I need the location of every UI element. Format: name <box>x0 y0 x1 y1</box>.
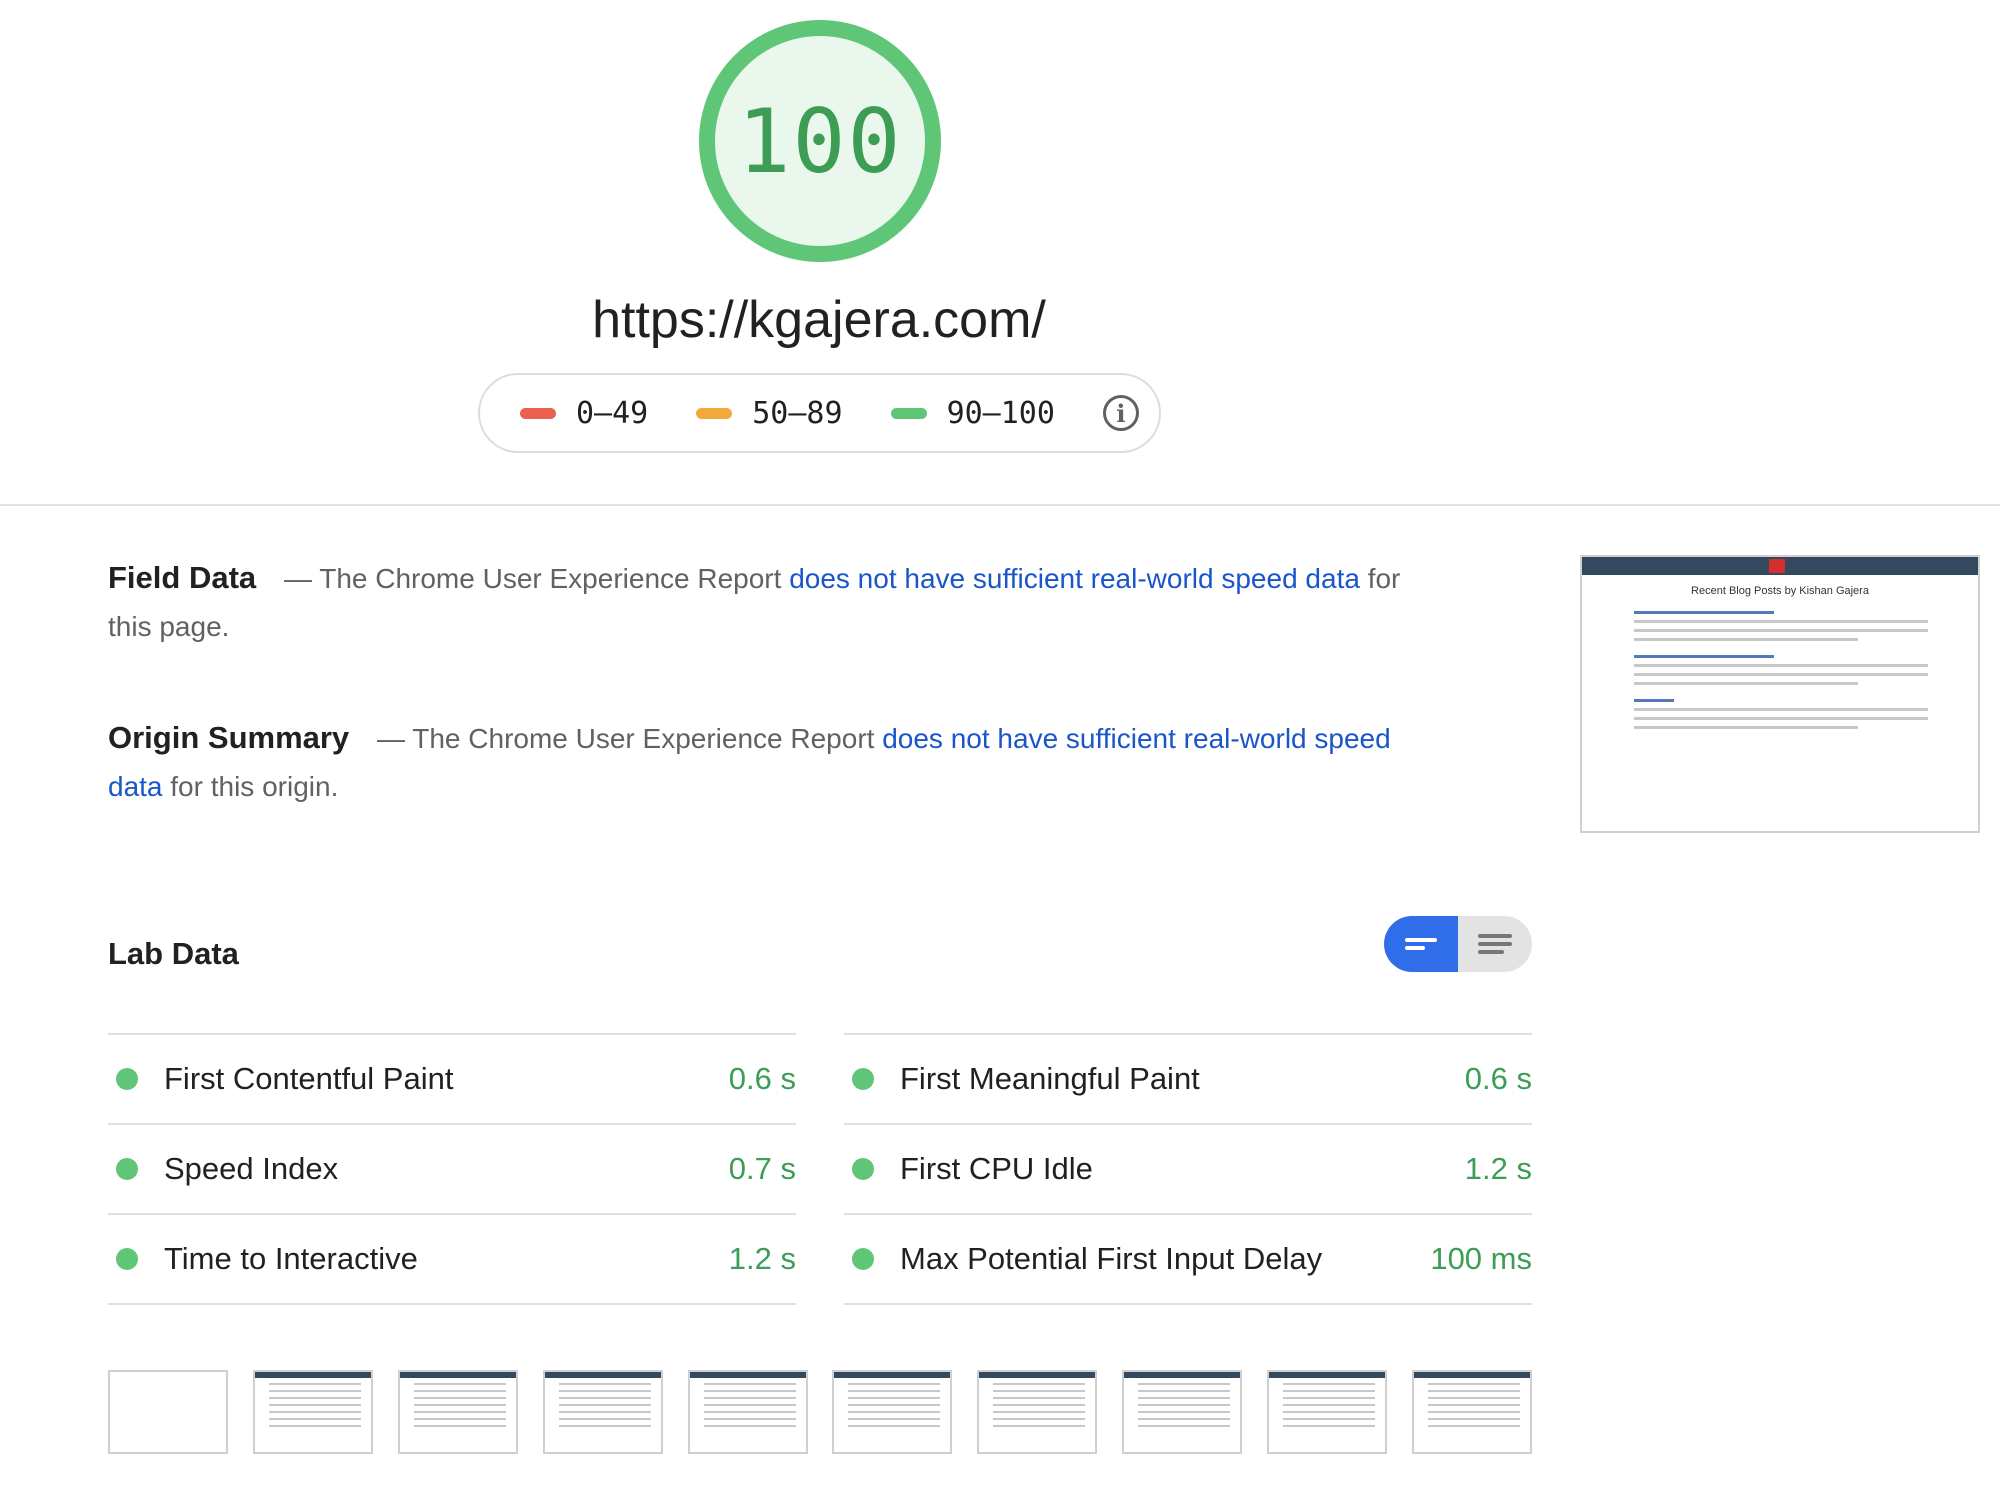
field-data-prefix: — The Chrome User Experience Report <box>283 563 782 594</box>
filmstrip-frame <box>977 1370 1098 1454</box>
origin-summary-prefix: — The Chrome User Experience Report <box>376 723 875 754</box>
origin-summary-heading: Origin Summary <box>108 720 350 755</box>
metric-value: 0.6 s <box>1464 1061 1532 1096</box>
thumbnail-line <box>1634 655 1774 658</box>
filmstrip-frame-blank <box>108 1370 228 1454</box>
legend-swatch-red <box>520 407 556 419</box>
origin-summary-suffix: for this origin. <box>170 771 339 802</box>
thumbnail-title: Recent Blog Posts by Kishan Gajera <box>1691 585 1869 597</box>
metric-value: 0.6 s <box>728 1061 796 1096</box>
thumbnail-logo <box>1769 559 1785 573</box>
legend-label: 0–49 <box>576 395 649 431</box>
metric-row: First Contentful Paint 0.6 s <box>108 1033 796 1123</box>
field-data-link[interactable]: does not have sufficient real-world spee… <box>789 563 1360 594</box>
metric-value: 1.2 s <box>1464 1151 1532 1186</box>
legend-label: 90–100 <box>946 395 1055 431</box>
filmstrip-frame <box>687 1370 808 1454</box>
pass-dot-icon <box>852 1158 874 1180</box>
filmstrip-frame <box>832 1370 953 1454</box>
thumbnail-line <box>1634 682 1858 685</box>
score-value: 100 <box>737 89 903 193</box>
legend-item-poor: 0–49 <box>520 396 648 431</box>
metric-label: First Contentful Paint <box>164 1061 454 1096</box>
pass-dot-icon <box>116 1068 138 1090</box>
score-legend: 0–49 50–89 90–100 i <box>478 373 1161 453</box>
metric-row: Time to Interactive 1.2 s <box>108 1213 796 1305</box>
thumbnail-line <box>1634 664 1928 667</box>
metric-value: 1.2 s <box>728 1241 796 1276</box>
tested-url: https://kgajera.com/ <box>592 291 1046 349</box>
metric-row: First CPU Idle 1.2 s <box>844 1123 1532 1213</box>
metric-label: First Meaningful Paint <box>900 1061 1200 1096</box>
compact-view-icon[interactable] <box>1384 916 1458 972</box>
lab-data-heading: Lab Data <box>108 936 239 971</box>
pass-dot-icon <box>116 1248 138 1270</box>
thumbnail-line <box>1634 708 1928 711</box>
pass-dot-icon <box>852 1248 874 1270</box>
filmstrip-frame <box>1122 1370 1243 1454</box>
metric-value: 100 ms <box>1430 1241 1532 1276</box>
metric-label: Time to Interactive <box>164 1241 418 1276</box>
filmstrip-frame <box>397 1370 518 1454</box>
thumbnail-line <box>1634 699 1674 702</box>
pass-dot-icon <box>852 1068 874 1090</box>
thumbnail-navbar <box>1582 557 1978 575</box>
metric-value: 0.7 s <box>728 1151 796 1186</box>
metrics-view-toggle[interactable] <box>1384 916 1532 972</box>
thumbnail-line <box>1634 726 1858 729</box>
filmstrip-frame <box>1411 1370 1532 1454</box>
expanded-view-icon[interactable] <box>1458 916 1532 972</box>
metric-row: Speed Index 0.7 s <box>108 1123 796 1213</box>
legend-swatch-orange <box>696 407 733 419</box>
filmstrip-frame <box>252 1370 373 1454</box>
thumbnail-line <box>1634 620 1928 623</box>
thumbnail-line <box>1634 717 1928 720</box>
filmstrip-frame <box>542 1370 663 1454</box>
field-data-heading: Field Data <box>108 560 257 595</box>
legend-item-good: 90–100 <box>890 395 1055 431</box>
performance-score-gauge: 100 <box>699 20 941 262</box>
metric-label: Max Potential First Input Delay <box>900 1241 1323 1276</box>
section-divider <box>0 504 2000 506</box>
pass-dot-icon <box>116 1158 138 1180</box>
thumbnail-line <box>1634 629 1928 632</box>
field-data-section: Field Data — The Chrome User Experience … <box>108 554 1408 651</box>
legend-label: 50–89 <box>752 395 843 431</box>
metric-row: Max Potential First Input Delay 100 ms <box>844 1213 1532 1305</box>
origin-summary-section: Origin Summary — The Chrome User Experie… <box>108 714 1408 811</box>
thumbnail-line <box>1634 611 1774 614</box>
page-screenshot-thumbnail: Recent Blog Posts by Kishan Gajera <box>1580 555 1980 833</box>
legend-swatch-green <box>890 407 927 419</box>
info-icon[interactable]: i <box>1102 395 1139 431</box>
thumbnail-line <box>1634 673 1928 676</box>
filmstrip-frame <box>1267 1370 1387 1454</box>
metric-label: Speed Index <box>164 1151 339 1186</box>
legend-item-average: 50–89 <box>696 395 843 431</box>
metric-row: First Meaningful Paint 0.6 s <box>844 1033 1532 1123</box>
lab-metrics-grid: First Contentful Paint 0.6 s First Meani… <box>108 1033 1532 1305</box>
metric-label: First CPU Idle <box>900 1151 1093 1186</box>
thumbnail-line <box>1634 638 1858 641</box>
load-filmstrip <box>108 1370 1532 1454</box>
